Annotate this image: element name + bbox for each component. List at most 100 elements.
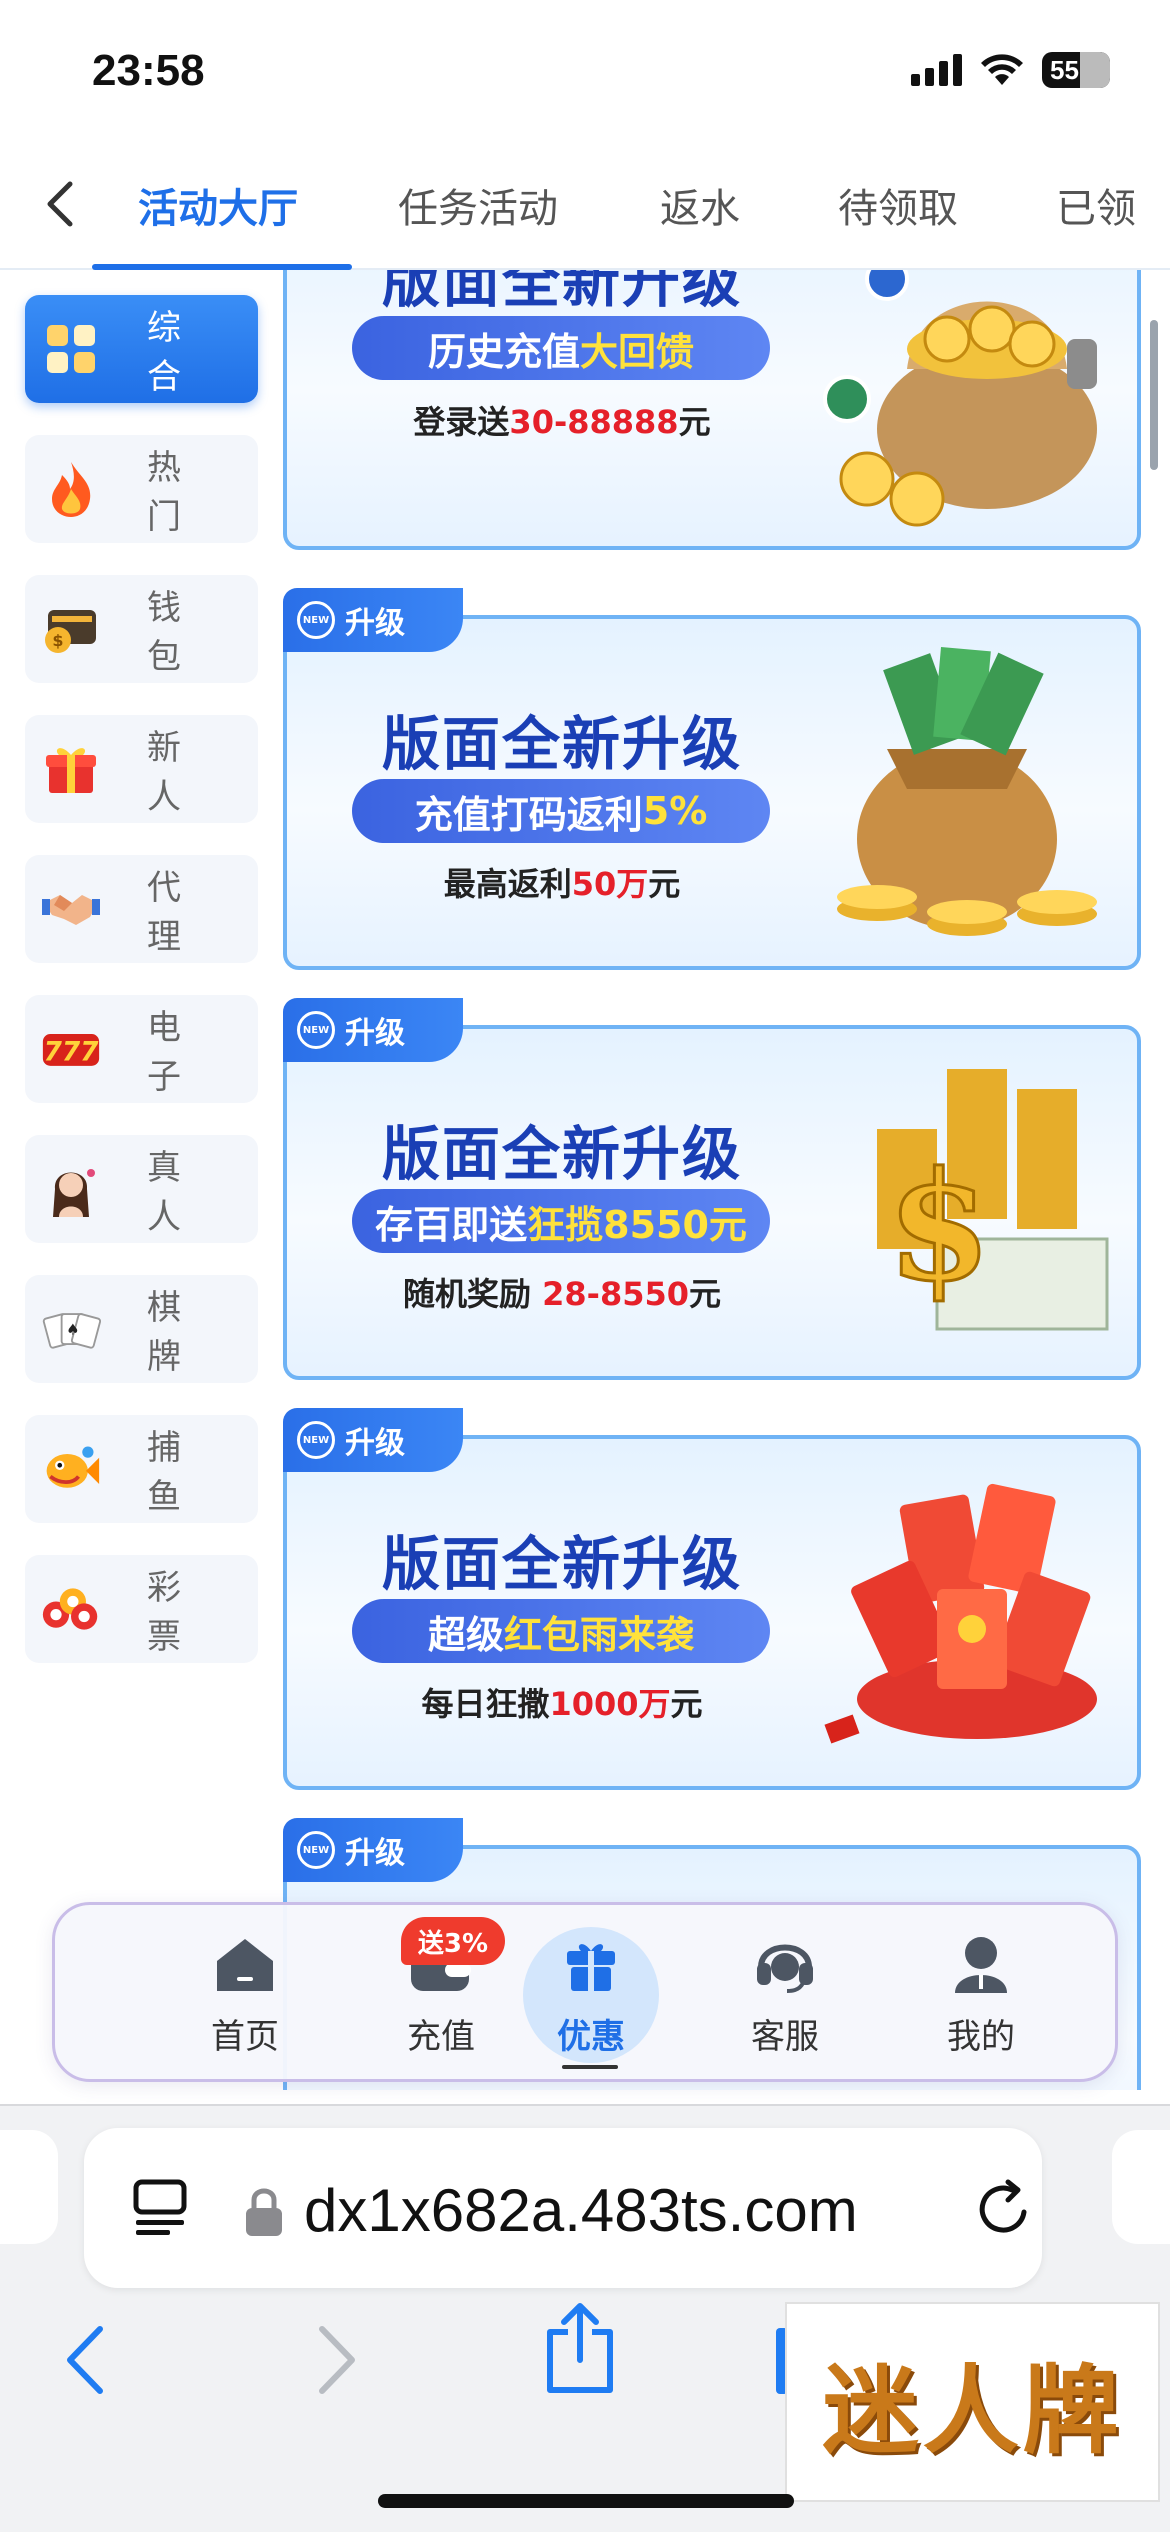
headset-icon — [753, 1933, 817, 1997]
promo-banner[interactable]: 版面全新升级 超级 红包雨来袭 每日狂撒1000万元 — [283, 1435, 1141, 1790]
nav-support[interactable]: 客服 — [685, 1905, 885, 2085]
sidebar-label: 电 子 — [147, 1008, 193, 1097]
promo-banner[interactable]: 版面全新升级 历史充值 大回馈 登录送30-88888元 — [283, 270, 1141, 550]
fish-icon — [41, 1439, 101, 1499]
tab-pending[interactable]: 待领取 — [838, 176, 958, 234]
banner-title: 版面全新升级 — [382, 1530, 743, 1598]
status-bar: 23:58 55 — [0, 0, 1170, 150]
upgrade-badge: NEW 升级 — [283, 1408, 463, 1472]
sidebar-label: 捕 鱼 — [147, 1428, 193, 1517]
bottom-navigation: 首页 充值 送3% 优惠 客服 我的 — [52, 1902, 1118, 2082]
chevron-left-icon — [47, 181, 73, 227]
lock-icon — [246, 2188, 282, 2236]
sidebar-item-live[interactable]: 真 人 — [25, 1135, 258, 1243]
banner-title: 版面全新升级 — [382, 270, 743, 315]
sidebar-item-cards[interactable]: ♠ 棋 牌 — [25, 1275, 258, 1383]
banner-pill: 存百即送 狂揽8550元 — [352, 1189, 770, 1253]
dealer-avatar-icon — [41, 1159, 101, 1219]
nav-label: 我的 — [947, 2017, 1015, 2057]
status-time: 23:58 — [92, 46, 205, 95]
chevron-right-icon — [319, 2326, 355, 2394]
sidebar-item-wallet[interactable]: $ 钱 包 — [25, 575, 258, 683]
wallet-icon: $ — [41, 599, 101, 659]
coin-bag-icon — [823, 270, 1097, 527]
activity-tab-header: 活动大厅 任务活动 返水 待领取 已领 — [0, 150, 1170, 270]
sidebar-item-lottery[interactable]: 彩 票 — [25, 1555, 258, 1663]
promotion-list: 版面全新升级 历史充值 大回馈 登录送30-88888元 NEW 升级 版面全新升… — [283, 270, 1145, 2090]
sidebar-item-newbie[interactable]: 新 人 — [25, 715, 258, 823]
nav-label: 首页 — [211, 2017, 279, 2057]
slot-777-icon: 777 — [41, 1019, 101, 1079]
deposit-bonus-badge: 送3% — [401, 1917, 505, 1965]
cellular-signal-icon — [911, 54, 962, 86]
playing-cards-icon: ♠ — [41, 1299, 101, 1359]
gift-icon — [41, 739, 101, 799]
red-envelopes-icon — [824, 1483, 1097, 1744]
scrollbar[interactable] — [1150, 320, 1158, 470]
page-menu-icon[interactable] — [130, 2178, 190, 2238]
browser-forward-button[interactable] — [296, 2320, 376, 2400]
svg-text:777: 777 — [44, 1037, 100, 1067]
reload-icon[interactable] — [974, 2178, 1034, 2238]
new-seal-icon: NEW — [297, 1831, 335, 1869]
banner-subtitle: 登录送30-88888元 — [413, 403, 711, 441]
svg-text:♠: ♠ — [66, 1321, 79, 1339]
banner-title: 版面全新升级 — [382, 710, 743, 778]
sidebar-label: 综 合 — [147, 308, 193, 397]
next-tab-peek[interactable] — [1112, 2130, 1170, 2244]
banner-subtitle: 每日狂撒1000万元 — [421, 1685, 703, 1723]
svg-text:$: $ — [52, 631, 63, 650]
battery-level: 55 — [1050, 54, 1079, 85]
banner-pill: 充值打码返利 5% — [352, 779, 770, 843]
grid-icon — [41, 319, 101, 379]
address-bar[interactable]: dx1x682a.483ts.com — [84, 2128, 1042, 2288]
share-button[interactable] — [540, 2303, 620, 2393]
sidebar-item-fishing[interactable]: 捕 鱼 — [25, 1415, 258, 1523]
user-icon — [949, 1933, 1013, 1997]
sidebar-label: 钱 包 — [147, 588, 193, 677]
fire-icon — [41, 459, 101, 519]
sidebar-item-hot[interactable]: 热 门 — [25, 435, 258, 543]
active-nav-underline — [562, 2065, 618, 2069]
sidebar-label: 棋 牌 — [147, 1288, 193, 1377]
new-seal-icon: NEW — [297, 601, 335, 639]
banner-subtitle: 随机奖励 28-8550元 — [402, 1275, 722, 1313]
tab-rebate[interactable]: 返水 — [660, 176, 740, 234]
sidebar-label: 彩 票 — [147, 1568, 193, 1657]
banner-pill: 历史充值 大回馈 — [352, 316, 770, 380]
new-seal-icon: NEW — [297, 1011, 335, 1049]
home-icon — [213, 1933, 277, 1997]
back-button[interactable] — [30, 174, 90, 234]
nav-label: 客服 — [751, 2017, 819, 2057]
handshake-icon — [41, 879, 101, 939]
money-bag-icon — [837, 646, 1097, 936]
banner-pill: 超级 红包雨来袭 — [352, 1599, 770, 1663]
promo-banner[interactable]: 版面全新升级 充值打码返利 5% 最高返利50万元 — [283, 615, 1141, 970]
status-icons: 55 — [911, 52, 1110, 88]
nav-profile[interactable]: 我的 — [881, 1905, 1081, 2085]
tab-task-activity[interactable]: 任务活动 — [398, 176, 558, 234]
upgrade-badge: NEW 升级 — [283, 1818, 463, 1882]
nav-home[interactable]: 首页 — [145, 1905, 345, 2085]
sidebar-item-slots[interactable]: 777 电 子 — [25, 995, 258, 1103]
tab-claimed[interactable]: 已领 — [1056, 176, 1136, 234]
share-icon — [547, 2303, 613, 2393]
svg-text:$: $ — [887, 1139, 991, 1315]
banner-subtitle: 最高返利50万元 — [443, 865, 681, 903]
sidebar-label: 真 人 — [147, 1148, 193, 1237]
sidebar-item-agent[interactable]: 代 理 — [25, 855, 258, 963]
watermark-logo: 迷人牌 — [785, 2302, 1160, 2502]
previous-tab-peek[interactable] — [0, 2130, 58, 2244]
battery-icon: 55 — [1042, 52, 1110, 88]
wifi-icon — [981, 54, 1023, 85]
tab-activity-hall[interactable]: 活动大厅 — [138, 176, 298, 234]
nav-promotions[interactable]: 优惠 — [491, 1905, 691, 2085]
promo-banner[interactable]: 版面全新升级 存百即送 狂揽8550元 随机奖励 28-8550元 $ — [283, 1025, 1141, 1380]
sidebar-item-all[interactable]: 综 合 — [25, 295, 258, 403]
banner-title: 版面全新升级 — [382, 1120, 743, 1188]
sidebar-label: 新 人 — [147, 728, 193, 817]
category-sidebar: 综 合 热 门 $ 钱 包 新 人 代 理 777 电 子 真 人 ♠ 棋 牌 … — [25, 295, 260, 1695]
browser-back-button[interactable] — [46, 2320, 126, 2400]
sidebar-label: 热 门 — [147, 448, 193, 537]
nav-label: 充值 — [407, 2017, 475, 2057]
